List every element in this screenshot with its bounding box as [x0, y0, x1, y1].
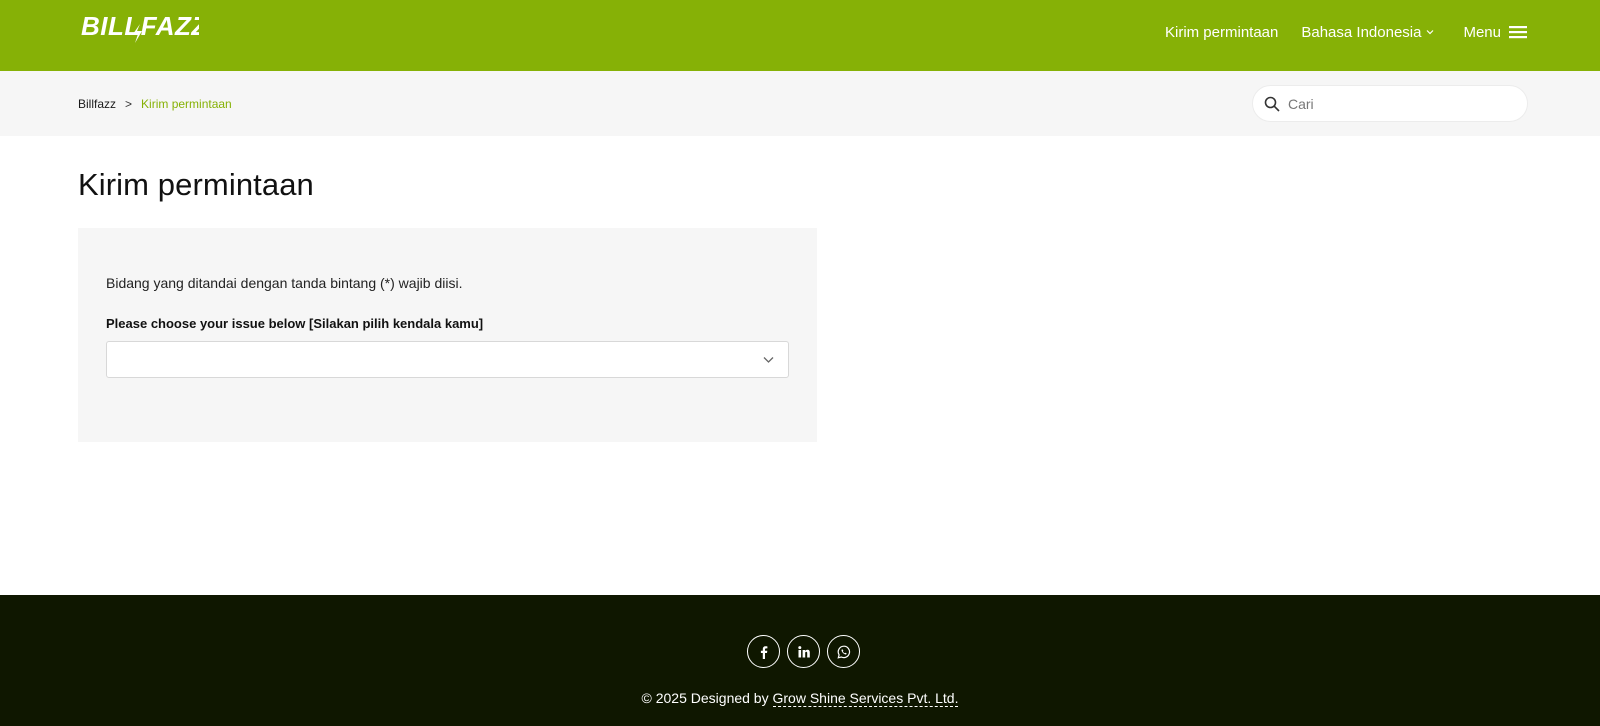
required-fields-note: Bidang yang ditandai dengan tanda bintan…: [106, 275, 463, 291]
search-icon: [1264, 96, 1280, 112]
breadcrumb-current[interactable]: Kirim permintaan: [141, 97, 232, 111]
breadcrumb: Billfazz > Kirim permintaan: [78, 97, 232, 111]
whatsapp-link[interactable]: [827, 635, 860, 668]
facebook-link[interactable]: [747, 635, 780, 668]
header-nav: Kirim permintaan Bahasa Indonesia Menu: [1165, 21, 1527, 43]
linkedin-link[interactable]: [787, 635, 820, 668]
company-link[interactable]: Grow Shine Services Pvt. Ltd.: [772, 690, 959, 707]
hamburger-icon: [1509, 26, 1527, 39]
chevron-down-icon: [763, 357, 774, 363]
social-links: [747, 635, 867, 668]
breadcrumb-home-link[interactable]: Billfazz: [78, 97, 116, 111]
search-box[interactable]: [1252, 85, 1528, 122]
request-form: Bidang yang ditandai dengan tanda bintan…: [78, 228, 817, 442]
language-label: Bahasa Indonesia: [1301, 23, 1422, 41]
page-title: Kirim permintaan: [78, 167, 314, 202]
site-footer: © 2025 Designed by Grow Shine Services P…: [0, 595, 1600, 726]
menu-label: Menu: [1463, 23, 1501, 41]
breadcrumb-separator: >: [125, 97, 133, 111]
issue-field-label: Please choose your issue below [Silakan …: [106, 316, 484, 331]
submit-request-link[interactable]: Kirim permintaan: [1165, 24, 1278, 41]
sub-header: Billfazz > Kirim permintaan: [0, 71, 1600, 136]
whatsapp-icon: [836, 645, 850, 659]
copyright-prefix: © 2025 Designed by: [641, 690, 769, 706]
svg-text:BILLFAZZ: BILLFAZZ: [81, 11, 199, 41]
language-selector[interactable]: Bahasa Indonesia: [1301, 24, 1434, 41]
menu-button[interactable]: Menu: [1463, 24, 1527, 41]
issue-select[interactable]: [106, 341, 789, 378]
billfazz-logo[interactable]: BILLFAZZ: [81, 10, 199, 44]
linkedin-icon: [797, 645, 810, 657]
search-input[interactable]: [1288, 95, 1508, 112]
chevron-down-icon: [1427, 30, 1434, 35]
copyright-text: © 2025 Designed by Grow Shine Services P…: [0, 690, 1600, 707]
site-header: BILLFAZZ Kirim permintaan Bahasa Indones…: [0, 0, 1600, 71]
facebook-icon: [760, 645, 767, 659]
